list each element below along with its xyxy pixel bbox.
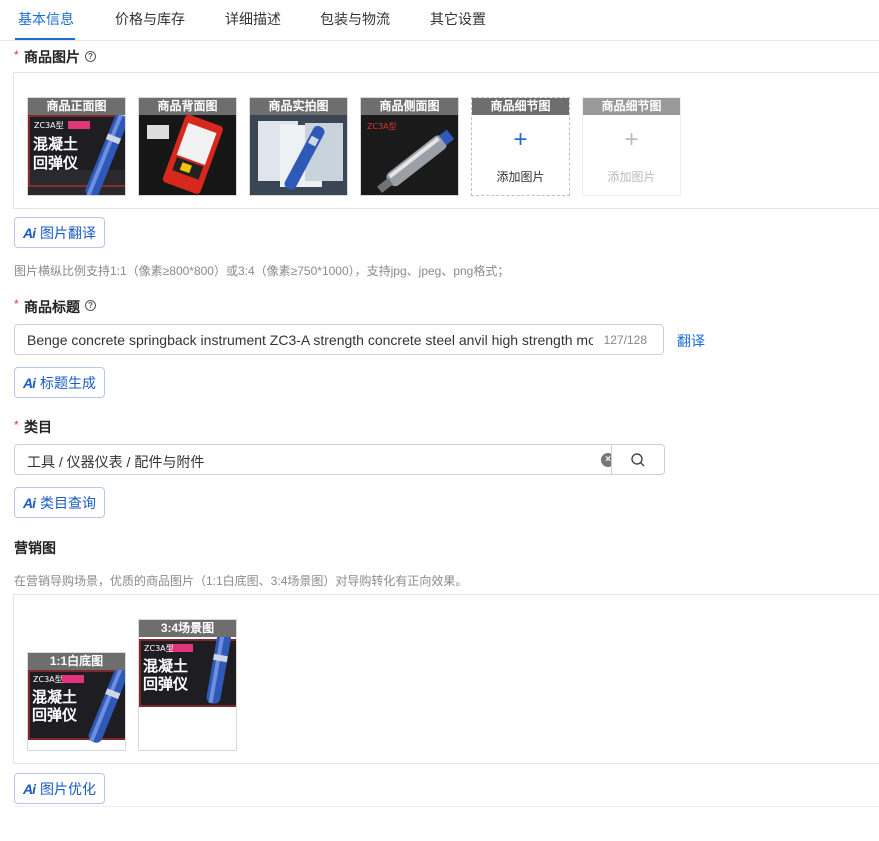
image-slot-real-shot[interactable]: 商品实拍图	[249, 97, 348, 196]
image-slot-back[interactable]: 商品背面图	[138, 97, 237, 196]
ai-button-label: 图片优化	[40, 780, 96, 797]
plus-icon: +	[624, 126, 639, 153]
image-slot-side[interactable]: 商品侧面图 ZC3A型	[360, 97, 459, 196]
product-photo-real-shot	[250, 115, 347, 195]
search-icon	[631, 453, 645, 467]
product-title-input[interactable]: Benge concrete springback instrument ZC3…	[14, 324, 664, 355]
help-icon[interactable]: ?	[85, 51, 96, 62]
ai-image-optimize-button[interactable]: Ai 图片优化	[14, 773, 105, 804]
slot-caption: 商品背面图	[139, 98, 236, 115]
tab-price-stock[interactable]: 价格与库存	[115, 9, 185, 29]
image-slot-detail-disabled: 商品细节图 + 添加图片	[582, 97, 681, 196]
product-photo-front: ZC3A型 混凝土 回弹仪	[28, 115, 125, 195]
category-value: 工具 / 仪器仪表 / 配件与附件	[27, 454, 205, 470]
slot-caption: 商品实拍图	[250, 98, 347, 115]
tab-packaging-logistics[interactable]: 包装与物流	[320, 9, 390, 29]
overlay-line1: 混凝土	[143, 657, 188, 675]
active-tab-indicator	[15, 38, 75, 40]
tab-other-settings[interactable]: 其它设置	[430, 9, 486, 29]
slot-caption: 商品细节图	[583, 98, 680, 115]
product-title-label: 商品标题	[24, 299, 80, 315]
add-image-label: 添加图片	[496, 170, 545, 184]
overlay-line1: 混凝土	[32, 688, 77, 706]
ai-icon: Ai	[23, 780, 36, 797]
slot-caption: 3:4场景图	[139, 620, 236, 637]
ai-button-label: 标题生成	[40, 374, 96, 391]
marketing-slot-scene[interactable]: 3:4场景图 ZC3A型 混凝土 回弹仪	[138, 619, 237, 751]
category-label: 类目	[24, 419, 52, 435]
translate-link[interactable]: 翻译	[677, 331, 705, 351]
slot-caption: 商品正面图	[28, 98, 125, 115]
help-icon[interactable]: ?	[85, 300, 96, 311]
plus-icon: +	[513, 126, 528, 153]
slot-caption: 商品细节图	[472, 98, 569, 115]
overlay-line1: 混凝土	[33, 135, 78, 153]
overlay-line2: 回弹仪	[143, 675, 189, 693]
badge-text: ZC3A型	[33, 675, 63, 684]
required-mark: *	[14, 297, 19, 311]
category-search-button[interactable]	[611, 444, 665, 475]
product-images-panel: 商品正面图 ZC3A型 混凝土 回弹仪 商品背面图 商品实拍图 商品侧面图 ZC…	[13, 72, 879, 209]
ai-category-query-button[interactable]: Ai 类目查询	[14, 487, 105, 518]
marketing-photo-scene: ZC3A型 混凝土 回弹仪	[139, 637, 236, 750]
ai-button-label: 类目查询	[40, 494, 96, 511]
image-format-hint: 图片横纵比例支持1:1（像素≥800*800）或3:4（像素≥750*1000）…	[14, 264, 510, 278]
divider	[14, 806, 879, 807]
product-photo-side: ZC3A型	[361, 115, 458, 195]
ai-icon: Ai	[23, 224, 36, 241]
marketing-photo-square: ZC3A型 混凝土 回弹仪	[28, 670, 125, 750]
marketing-images-label: 营销图	[14, 540, 56, 556]
marketing-slot-square[interactable]: 1:1白底图 ZC3A型 混凝土 回弹仪	[27, 652, 126, 751]
product-title-value: Benge concrete springback instrument ZC3…	[27, 332, 593, 348]
product-images-label: 商品图片	[24, 49, 80, 65]
slot-caption: 商品侧面图	[361, 98, 458, 115]
image-slot-detail-add[interactable]: 商品细节图 + 添加图片	[471, 97, 570, 196]
overlay-line2: 回弹仪	[32, 706, 78, 724]
badge-text: ZC3A型	[34, 121, 64, 130]
image-slot-front[interactable]: 商品正面图 ZC3A型 混凝土 回弹仪	[27, 97, 126, 196]
ai-title-generate-button[interactable]: Ai 标题生成	[14, 367, 105, 398]
side-overlay-text: ZC3A型	[367, 122, 397, 131]
add-image-label: 添加图片	[607, 170, 656, 184]
overlay-line2: 回弹仪	[33, 154, 79, 172]
ai-icon: Ai	[23, 374, 36, 391]
tab-detail-description[interactable]: 详细描述	[225, 9, 281, 29]
marketing-hint: 在营销导购场景，优质的商品图片（1:1白底图、3:4场景图）对导购转化有正向效果…	[14, 574, 468, 588]
category-select[interactable]: 工具 / 仪器仪表 / 配件与附件 ×	[14, 444, 665, 475]
product-photo-back	[139, 115, 236, 195]
marketing-images-panel: 1:1白底图 ZC3A型 混凝土 回弹仪 3:4场景图 ZC3A型 混凝土 回弹…	[13, 594, 879, 764]
char-counter: 127/128	[603, 333, 647, 347]
slot-caption: 1:1白底图	[28, 653, 125, 670]
tab-bar: 基本信息 价格与库存 详细描述 包装与物流 其它设置	[0, 0, 879, 41]
ai-icon: Ai	[23, 494, 36, 511]
badge-text: ZC3A型	[144, 644, 174, 653]
ai-image-translate-button[interactable]: Ai 图片翻译	[14, 217, 105, 248]
tab-basic-info[interactable]: 基本信息	[18, 9, 74, 29]
ai-button-label: 图片翻译	[40, 224, 96, 241]
required-mark: *	[14, 48, 19, 62]
required-mark: *	[14, 418, 19, 432]
